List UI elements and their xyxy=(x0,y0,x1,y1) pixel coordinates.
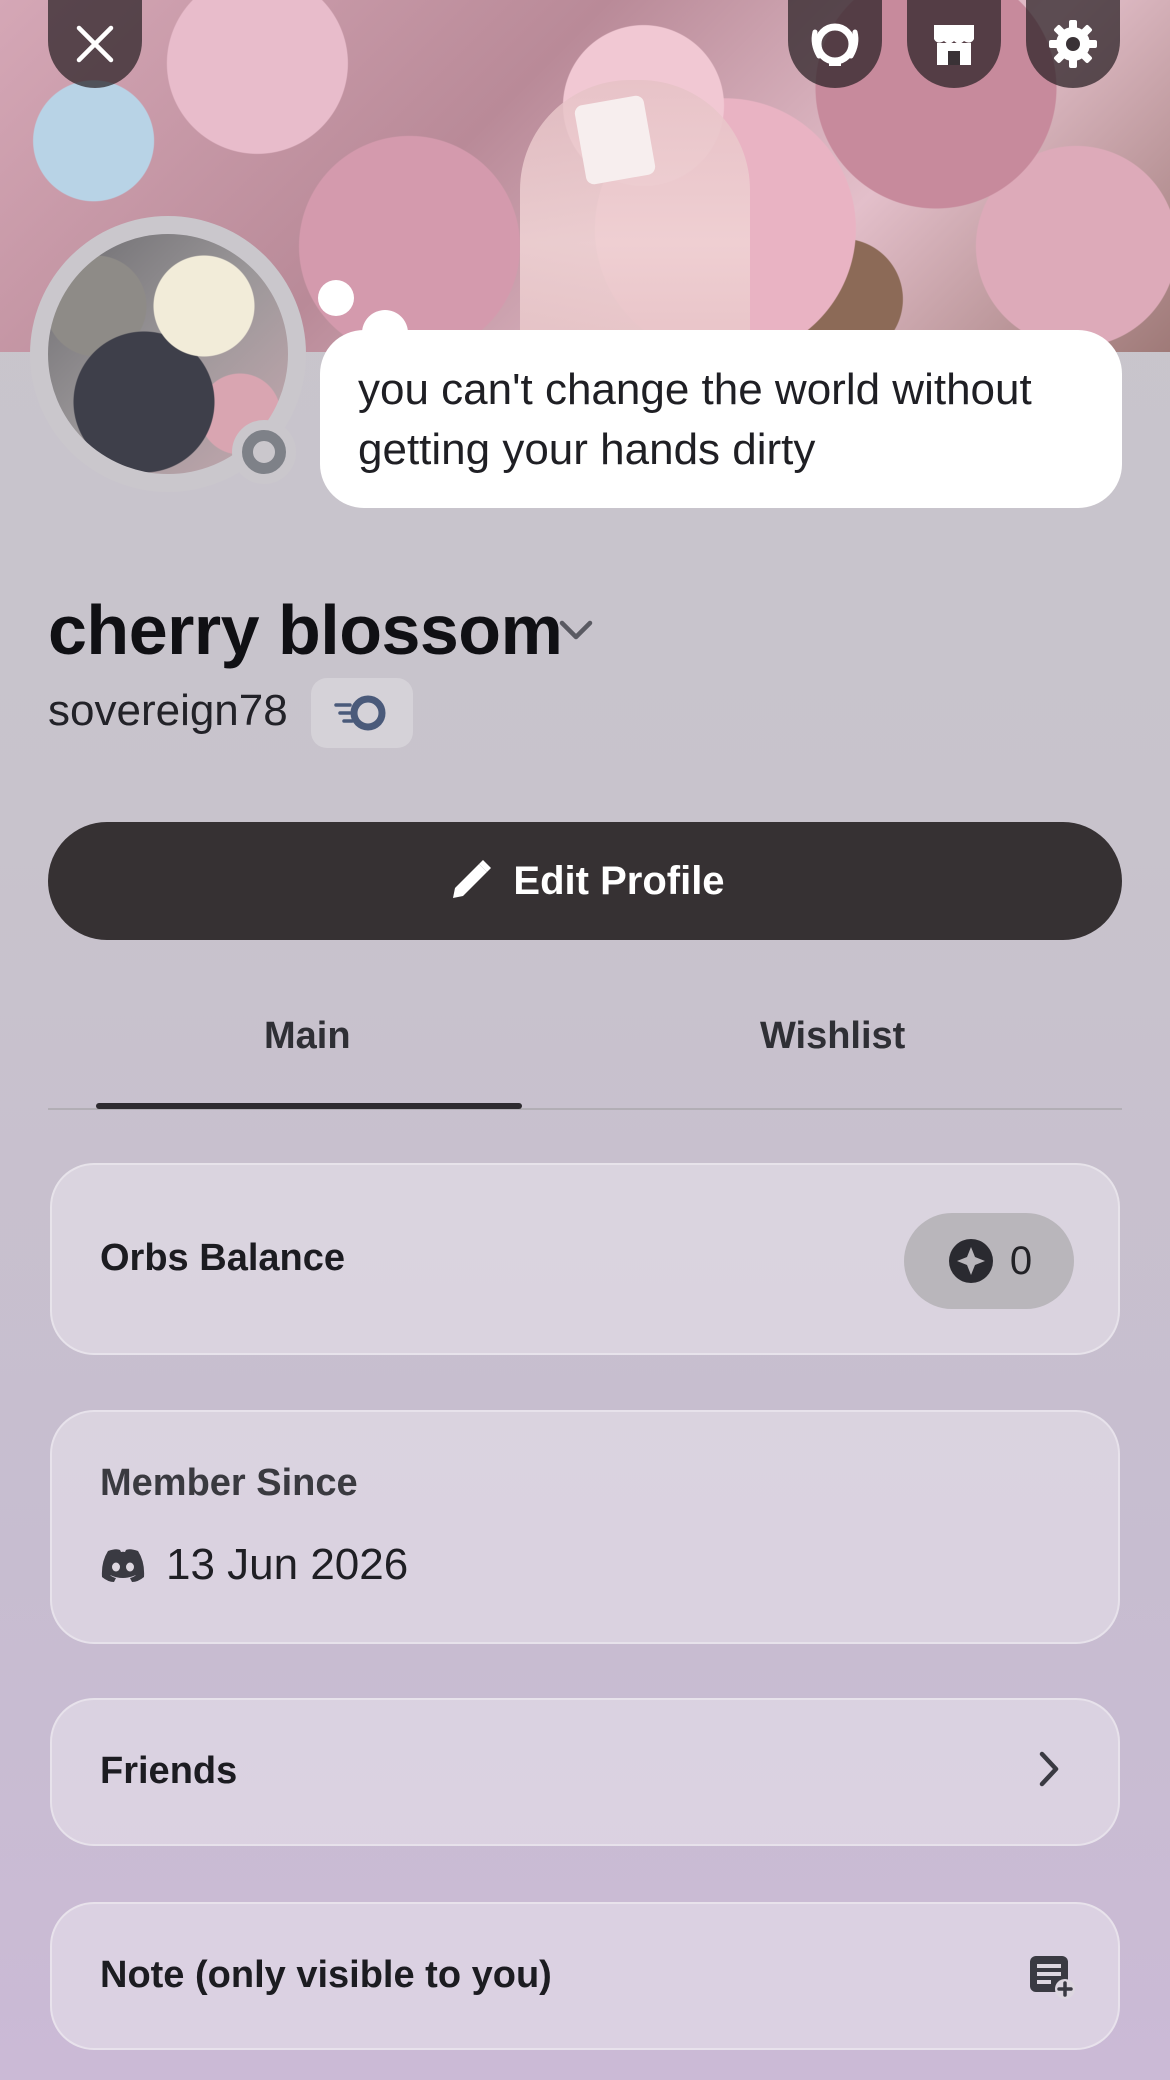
member-since-title: Member Since xyxy=(100,1462,358,1504)
note-title: Note (only visible to you) xyxy=(100,1954,552,1996)
gear-icon xyxy=(1049,20,1097,68)
custom-status-text: you can't change the world without getti… xyxy=(358,365,1032,474)
pencil-icon xyxy=(453,860,492,898)
orbs-balance-title: Orbs Balance xyxy=(100,1237,345,1279)
edit-profile-button[interactable]: Edit Profile xyxy=(48,822,1122,940)
discord-icon xyxy=(101,1549,145,1582)
member-since-row: 13 Jun 2026 xyxy=(100,1540,408,1590)
display-name: cherry blossom xyxy=(48,591,563,669)
banner-bow xyxy=(573,94,657,186)
thought-bubble-dot xyxy=(318,280,354,316)
member-since-date: 13 Jun 2026 xyxy=(166,1540,409,1589)
active-tab-indicator xyxy=(96,1103,522,1109)
friends-title: Friends xyxy=(100,1750,238,1792)
orbs-balance-card[interactable]: Orbs Balance 0 xyxy=(50,1163,1120,1355)
member-since-card: Member Since 13 Jun 2026 xyxy=(50,1410,1120,1644)
edit-profile-label: Edit Profile xyxy=(513,858,725,903)
orbs-balance-value: 0 xyxy=(1009,1238,1033,1283)
nitro-speed-icon xyxy=(334,695,386,731)
orb-icon xyxy=(948,1239,993,1283)
add-note-icon xyxy=(1030,1956,1075,1999)
status-indicator xyxy=(232,420,296,484)
chevron-right-icon xyxy=(1039,1751,1059,1787)
chevron-down-icon[interactable] xyxy=(556,615,596,645)
orbs-balance-pill[interactable]: 0 xyxy=(904,1213,1074,1309)
close-icon xyxy=(76,25,114,63)
shop-icon xyxy=(934,25,974,65)
custom-status-bubble[interactable]: you can't change the world without getti… xyxy=(320,330,1122,508)
username: sovereign78 xyxy=(48,686,288,735)
tab-main[interactable]: Main xyxy=(264,1015,351,1058)
nitro-laurel-icon xyxy=(811,23,859,66)
friends-card[interactable]: Friends xyxy=(50,1698,1120,1846)
tab-wishlist[interactable]: Wishlist xyxy=(760,1015,905,1058)
note-card[interactable]: Note (only visible to you) xyxy=(50,1902,1120,2050)
nitro-badge[interactable] xyxy=(311,678,413,748)
